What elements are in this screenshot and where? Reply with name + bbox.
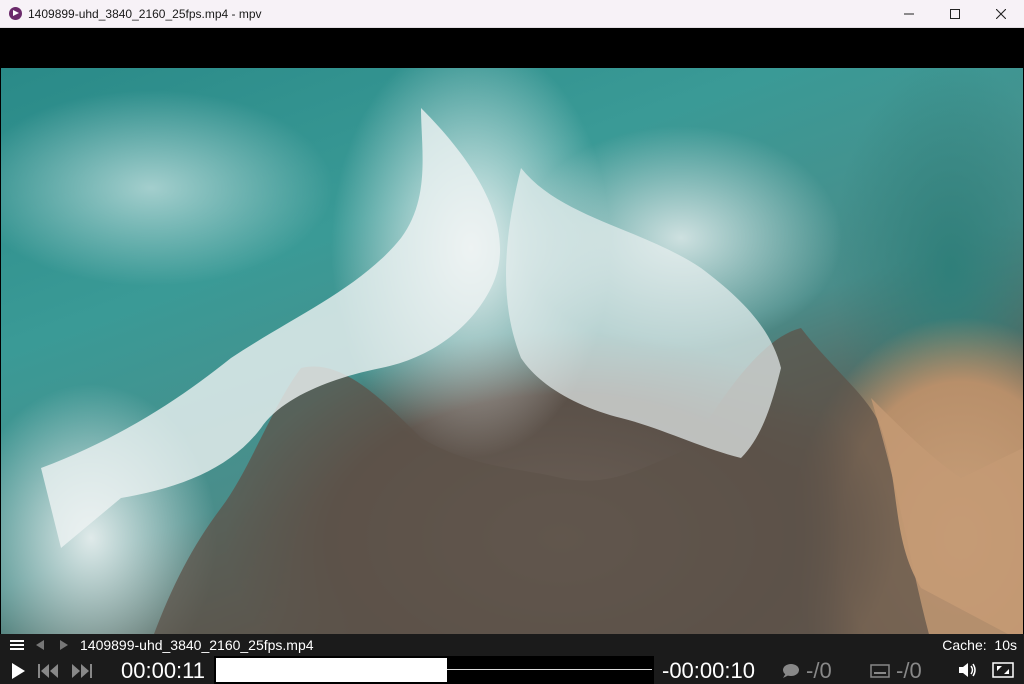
video-area[interactable] (0, 28, 1024, 684)
cache-status: Cache: 10s (942, 637, 1017, 653)
seekbar-fill (216, 658, 448, 682)
subtitle-icon (870, 664, 890, 678)
title-bar: 1409899-uhd_3840_2160_25fps.mp4 - mpv (0, 0, 1024, 28)
minimize-icon (904, 13, 914, 15)
fullscreen-icon[interactable] (992, 662, 1014, 678)
osc-title-row: 1409899-uhd_3840_2160_25fps.mp4 Cache: 1… (0, 634, 1024, 656)
skip-back-icon[interactable] (38, 663, 60, 679)
on-screen-controller: 1409899-uhd_3840_2160_25fps.mp4 Cache: 1… (0, 634, 1024, 684)
cache-value: 10s (994, 637, 1017, 653)
speech-bubble-icon (783, 664, 799, 678)
window-title: 1409899-uhd_3840_2160_25fps.mp4 - mpv (28, 6, 262, 21)
osc-filename[interactable]: 1409899-uhd_3840_2160_25fps.mp4 (80, 637, 314, 653)
close-icon (996, 9, 1006, 19)
menu-icon[interactable] (10, 640, 24, 650)
subtitle-track-button[interactable]: -/0 (870, 658, 922, 684)
audio-track-button[interactable]: -/0 (780, 658, 832, 684)
playlist-prev-icon[interactable] (36, 640, 44, 650)
time-current[interactable]: 00:00:11 (121, 658, 205, 684)
skip-forward-icon[interactable] (70, 663, 92, 679)
mpv-icon (9, 7, 22, 20)
audio-track-label: -/0 (806, 658, 832, 683)
maximize-button[interactable] (932, 0, 978, 28)
letterbox-top (0, 28, 1024, 68)
cache-label: Cache: (942, 637, 987, 653)
subtitle-track-label: -/0 (896, 658, 922, 683)
time-remaining[interactable]: -00:00:10 (662, 658, 755, 684)
volume-icon[interactable] (958, 662, 978, 678)
close-button[interactable] (978, 0, 1024, 28)
seekbar[interactable] (214, 656, 654, 684)
minimize-button[interactable] (886, 0, 932, 28)
window-controls (886, 0, 1024, 28)
video-frame[interactable] (1, 68, 1023, 642)
maximize-icon (950, 9, 960, 19)
osc-controls-row: 00:00:11 -00:00:10 -/0 -/0 (0, 656, 1024, 684)
play-icon[interactable] (12, 663, 25, 679)
playlist-next-icon[interactable] (60, 640, 68, 650)
video-frame-art (41, 108, 1023, 642)
